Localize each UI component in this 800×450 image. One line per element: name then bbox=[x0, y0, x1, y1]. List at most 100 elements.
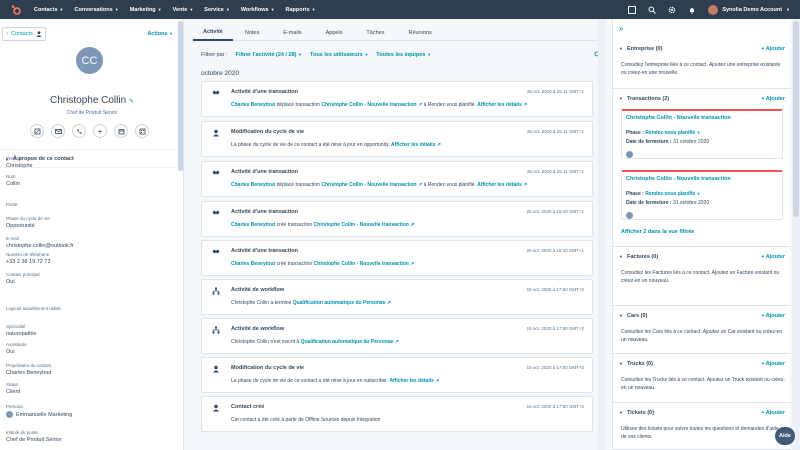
property-12[interactable]: Persona Emmanuelle Marketing bbox=[6, 404, 72, 418]
show-details-link[interactable]: Afficher les détails bbox=[389, 378, 433, 384]
add-association-button[interactable]: + Ajouter bbox=[761, 254, 785, 260]
external-link-icon[interactable]: ↗ bbox=[435, 378, 439, 384]
meeting-button[interactable] bbox=[114, 124, 128, 138]
left-scrollbar[interactable] bbox=[178, 21, 183, 171]
external-link-icon[interactable]: ↗ bbox=[437, 142, 441, 148]
nav-item-5[interactable]: Workflows ▼ bbox=[241, 7, 275, 13]
timeline-card[interactable]: Activité d'une transaction 26 oct. 2020 à… bbox=[201, 240, 593, 276]
record-link[interactable]: Christophe Collin - Nouvelle transaction bbox=[321, 102, 416, 108]
property-6[interactable]: Contact principal Oui bbox=[6, 272, 40, 285]
show-details-link[interactable]: Afficher les détails bbox=[391, 142, 435, 148]
settings-gear-icon[interactable] bbox=[668, 6, 676, 14]
record-link[interactable]: Qualification automatique du Personae bbox=[293, 300, 386, 306]
timeline-card[interactable]: Activité de workflow 15 oct. 2020 à 17:50… bbox=[201, 279, 593, 315]
nav-item-6[interactable]: Rapports ▼ bbox=[286, 7, 316, 13]
property-4[interactable]: E-mail christophe.collin@outlook.fr bbox=[6, 236, 74, 249]
add-association-button[interactable]: + Ajouter bbox=[761, 313, 785, 319]
add-button[interactable]: + bbox=[93, 124, 107, 138]
contact-name[interactable]: Christophe Collin ✎ bbox=[0, 95, 183, 106]
note-button[interactable] bbox=[30, 124, 44, 138]
timeline-card[interactable]: Activité de workflow 15 oct. 2020 à 17:50… bbox=[201, 318, 593, 354]
task-button[interactable] bbox=[135, 124, 149, 138]
tab-4[interactable]: Tâches bbox=[354, 25, 396, 41]
actor-link[interactable]: Charles Beneytout bbox=[231, 102, 275, 108]
tab-0[interactable]: Activité bbox=[193, 25, 233, 41]
search-icon[interactable] bbox=[648, 6, 657, 14]
actions-dropdown[interactable]: Actions ▼ bbox=[147, 31, 173, 37]
actor-link[interactable]: Charles Beneytout bbox=[231, 182, 275, 188]
hubspot-logo-icon[interactable] bbox=[10, 4, 22, 16]
add-association-button[interactable]: + Ajouter bbox=[761, 96, 785, 102]
section-toggle[interactable]: ▼ Factures (0) bbox=[619, 254, 658, 260]
external-link-icon[interactable]: ↗ bbox=[410, 222, 414, 228]
show-details-link[interactable]: Afficher les détails bbox=[477, 102, 521, 108]
property-3[interactable]: Phase du cycle de vie Opportunité bbox=[6, 216, 50, 229]
add-association-button[interactable]: + Ajouter bbox=[761, 46, 785, 52]
property-7[interactable]: Logiciel actuellement utilisé bbox=[6, 306, 61, 313]
marketplace-icon[interactable] bbox=[628, 5, 637, 14]
section-toggle[interactable]: ▼ Entreprise (0) bbox=[619, 46, 662, 52]
property-10[interactable]: Propriétaire du contact Charles Beneytout bbox=[6, 363, 51, 376]
timeline-card[interactable]: Contact créé 15 oct. 2020 à 17:50 GMT+2 Ce… bbox=[201, 396, 593, 432]
account-menu[interactable]: Synolia Demo Account ▼ bbox=[708, 4, 790, 15]
section-toggle[interactable]: ▼ Trucks (0) bbox=[619, 361, 653, 367]
nav-item-3[interactable]: Vente ▼ bbox=[173, 7, 194, 13]
edit-pencil-icon[interactable]: ✎ bbox=[129, 99, 134, 105]
timeline-card[interactable]: Activité d'une transaction 26 oct. 2020 à… bbox=[201, 81, 593, 117]
property-5[interactable]: Numéro de téléphone +33 2 38 19 72 73 bbox=[6, 252, 51, 265]
back-to-contacts-button[interactable]: ‹ Contacts bbox=[2, 27, 46, 41]
scrollbar-thumb[interactable] bbox=[793, 21, 799, 217]
deal-card[interactable]: Christophe Collin - Nouvelle transaction… bbox=[621, 109, 783, 159]
tab-2[interactable]: E-mails bbox=[271, 25, 313, 41]
record-link[interactable]: Qualification automatique du Personae bbox=[301, 339, 394, 345]
nav-item-2[interactable]: Marketing ▼ bbox=[130, 7, 162, 13]
property-8[interactable]: Spécialité naturopathie bbox=[6, 324, 37, 337]
nav-item-0[interactable]: Contacts ▼ bbox=[34, 7, 64, 13]
filter-teams-dropdown[interactable]: Toutes les équipes ▼ bbox=[376, 52, 431, 58]
timeline-card[interactable]: Activité d'une transaction 26 oct. 2020 à… bbox=[201, 161, 593, 197]
timeline-card[interactable]: Modification du cycle de vie 26 oct. 2020… bbox=[201, 121, 593, 157]
timeline-scrollbar[interactable] bbox=[598, 19, 605, 450]
record-link[interactable]: Christophe Collin - Nouvelle transaction bbox=[314, 261, 409, 267]
deal-phase-dropdown[interactable]: Rendez-vous planifié bbox=[645, 191, 695, 197]
section-toggle[interactable]: ▼ Tickets (0) bbox=[619, 410, 654, 416]
actor-link[interactable]: Charles Beneytout bbox=[231, 261, 275, 267]
external-link-icon[interactable]: ↗ bbox=[523, 182, 527, 188]
property-0[interactable]: Prénom Christophe bbox=[6, 156, 33, 169]
email-button[interactable] bbox=[51, 124, 65, 138]
tab-1[interactable]: Notes bbox=[233, 25, 271, 41]
external-link-icon[interactable]: ↗ bbox=[387, 300, 391, 306]
deal-phase-dropdown[interactable]: Rendez-vous planifié bbox=[645, 130, 695, 136]
nav-item-1[interactable]: Conversations ▼ bbox=[75, 7, 119, 13]
deal-card[interactable]: Christophe Collin - Nouvelle transaction… bbox=[621, 170, 783, 220]
property-11[interactable]: Statut Client bbox=[6, 382, 20, 395]
filter-activity-dropdown[interactable]: Filtrer l'activité (24 / 28) ▼ bbox=[236, 52, 302, 58]
notification-bell-icon[interactable] bbox=[688, 6, 696, 14]
external-link-icon[interactable]: ↗ bbox=[523, 102, 527, 108]
record-link[interactable]: Christophe Collin - Nouvelle transaction bbox=[321, 182, 416, 188]
expand-double-chevron-icon[interactable]: » bbox=[619, 24, 623, 33]
timeline-card[interactable]: Activité d'une transaction 26 oct. 2020 à… bbox=[201, 201, 593, 237]
add-association-button[interactable]: + Ajouter bbox=[761, 410, 785, 416]
deal-name-link[interactable]: Christophe Collin - Nouvelle transaction bbox=[626, 115, 731, 121]
nav-item-4[interactable]: Service ▼ bbox=[204, 7, 230, 13]
tab-3[interactable]: Appels bbox=[314, 25, 355, 41]
section-toggle[interactable]: ▼ Cars (0) bbox=[619, 313, 647, 319]
timeline-card[interactable]: Modification du cycle de vie 15 oct. 2020… bbox=[201, 357, 593, 393]
actor-link[interactable]: Charles Beneytout bbox=[231, 222, 275, 228]
add-association-button[interactable]: + Ajouter bbox=[761, 361, 785, 367]
call-button[interactable] bbox=[72, 124, 86, 138]
right-scrollbar[interactable] bbox=[792, 19, 800, 450]
external-link-icon[interactable]: ↗ bbox=[395, 339, 399, 345]
filter-users-dropdown[interactable]: Tous les utilisateurs ▼ bbox=[310, 52, 368, 58]
property-2[interactable]: Poste bbox=[6, 202, 18, 209]
property-9[interactable]: Assistante Oui bbox=[6, 342, 27, 355]
tab-5[interactable]: Réunions bbox=[396, 25, 443, 41]
section-toggle[interactable]: ▼ Transactions (2) bbox=[619, 96, 669, 102]
help-button[interactable]: Aide bbox=[775, 427, 795, 445]
record-link[interactable]: Christophe Collin - Nouvelle transaction bbox=[314, 222, 409, 228]
deal-name-link[interactable]: Christophe Collin - Nouvelle transaction bbox=[626, 176, 731, 182]
show-details-link[interactable]: Afficher les détails bbox=[477, 182, 521, 188]
property-1[interactable]: Nom Collin bbox=[6, 174, 20, 187]
view-all-deals-link[interactable]: Afficher 2 dans la vue filtrée bbox=[621, 229, 694, 235]
